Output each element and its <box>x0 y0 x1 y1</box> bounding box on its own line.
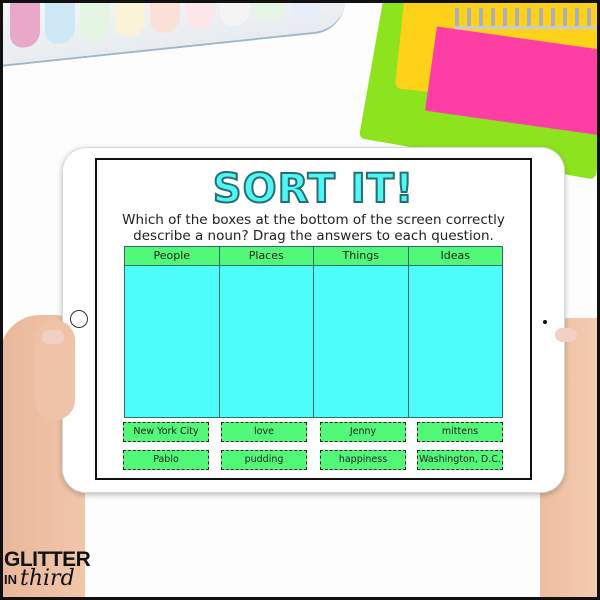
category-column-things: Things <box>314 247 409 417</box>
instructions-line-2: describe a noun? Drag the answers to eac… <box>133 228 494 244</box>
marker-tray <box>0 0 345 67</box>
marker <box>220 0 250 27</box>
right-thumbnail <box>555 328 577 342</box>
activity-title: SORT IT! <box>212 165 415 213</box>
category-header: Things <box>314 247 408 266</box>
marker <box>150 0 180 35</box>
tablet-screen: SORT IT! Which of the boxes at the botto… <box>95 158 532 480</box>
draggable-card[interactable]: Jenny <box>320 422 406 442</box>
draggable-card[interactable]: mittens <box>417 422 503 442</box>
answer-cards: New York City love Jenny mittens Pablo p… <box>123 422 507 474</box>
drop-zone-things[interactable] <box>314 266 408 417</box>
sort-grid: People Places Things Ideas <box>124 246 503 418</box>
draggable-card[interactable]: Pablo <box>123 450 209 470</box>
category-column-people: People <box>125 247 220 417</box>
category-header: Ideas <box>408 247 502 266</box>
category-column-places: Places <box>219 247 314 417</box>
draggable-card[interactable]: love <box>221 422 307 442</box>
marker <box>290 0 320 20</box>
spiral-binding <box>455 8 600 29</box>
marker <box>10 0 40 49</box>
draggable-card[interactable]: pudding <box>221 450 307 470</box>
instructions-line-1: Which of the boxes at the bottom of the … <box>122 212 505 228</box>
brand-logo-script: third <box>20 566 75 591</box>
draggable-card[interactable]: New York City <box>123 422 209 442</box>
marker <box>115 0 145 38</box>
draggable-card[interactable]: Washington, D.C. <box>417 450 503 470</box>
camera-icon <box>543 320 547 324</box>
category-header: People <box>125 247 219 266</box>
draggable-card[interactable]: happiness <box>320 450 406 470</box>
category-header: Places <box>219 247 313 266</box>
marker <box>185 0 215 31</box>
instructions: Which of the boxes at the bottom of the … <box>97 212 530 244</box>
left-thumbnail <box>42 330 64 344</box>
marker <box>80 0 110 42</box>
marker <box>255 0 285 24</box>
home-button[interactable] <box>70 310 88 328</box>
drop-zone-places[interactable] <box>219 266 313 417</box>
category-column-ideas: Ideas <box>408 247 502 417</box>
drop-zone-ideas[interactable] <box>408 266 502 417</box>
brand-logo-in: IN <box>4 572 17 587</box>
drop-zone-people[interactable] <box>125 266 219 417</box>
marker <box>45 0 75 46</box>
